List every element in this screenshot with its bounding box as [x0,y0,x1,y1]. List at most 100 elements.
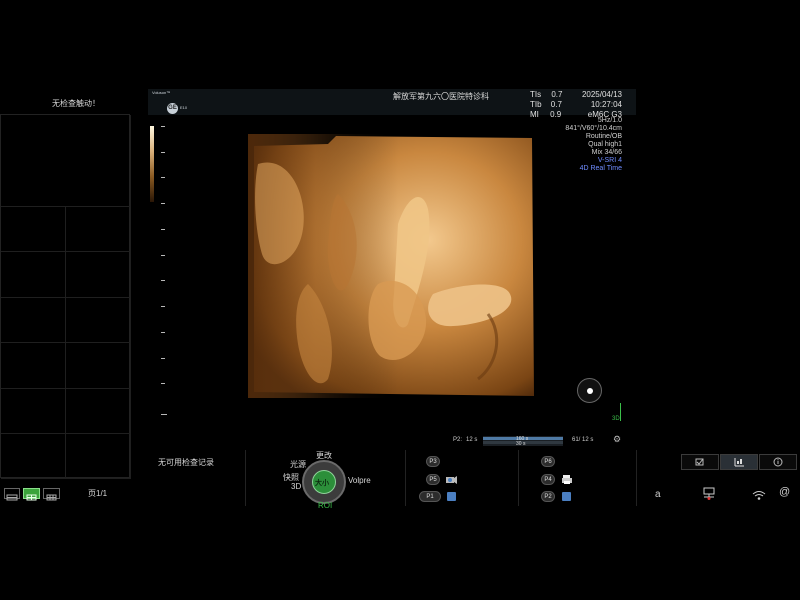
depth-tick [161,177,165,178]
mi-label: MI [530,110,539,119]
param-line: 841°/V60°/10.4cm [565,125,622,132]
network-wifi-icon[interactable] [752,488,766,500]
datetime-block: 2025/04/13 10:27:04 eM6C G3 [578,90,622,120]
thumbnail-slot[interactable] [66,252,131,298]
layout-2x2-button[interactable] [23,488,40,501]
depth-tick [161,306,165,307]
cine-bar-bottom-label: 30 s [516,441,526,447]
trackball-size-label: 大小 [315,480,329,487]
param-line: Qual high1 [588,141,622,148]
depth-scale [161,126,167,416]
depth-tick [161,229,165,230]
tab-checklist[interactable] [681,454,719,470]
thumbnail-slot[interactable] [1,389,66,434]
render-mode-label: 3D [612,416,620,422]
printer-icon[interactable] [561,472,573,484]
param-line-vsri: V-SRI 4 [597,157,622,164]
depth-tick [161,152,165,153]
p3-button[interactable]: P3 [426,456,440,467]
model-label: E10 [180,105,188,110]
p5-button[interactable]: P5 [426,474,440,485]
safety-indices: TIs 0.7 TIb 0.7 MI 0.9 [530,90,562,120]
layout-3x3-button[interactable] [43,488,60,501]
panel-divider [405,450,406,506]
tis-value: 0.7 [551,90,563,99]
depth-tick [161,358,165,359]
thumbnail-slot[interactable] [1,207,66,252]
depth-tick [161,332,165,333]
thumbnail-slot[interactable] [1,298,66,343]
depth-tick [161,255,165,256]
axis-indicator [620,403,621,421]
panel-divider [518,450,519,506]
image-header-bar [148,89,636,115]
checkbox-icon [695,458,704,466]
color-gradient-bar [150,126,154,202]
depth-tick [161,383,165,384]
depth-tick [161,126,165,127]
info-icon [773,457,783,467]
save-floppy-icon[interactable] [562,492,571,501]
cine-frame-count: 61/ 12 s [572,437,594,443]
exam-date: 2025/04/13 [581,90,622,99]
trackball-roi-label: ROI [318,501,333,510]
ge-logo-icon: GE [167,103,178,114]
page-indicator: 页1/1 [88,489,108,498]
tib-value: 0.7 [550,100,562,109]
brand-logo: Voluson™ [152,90,171,95]
p2-button[interactable]: P2 [541,491,555,502]
trackball-3d-label: 3D [291,482,302,491]
panel-divider [245,450,246,506]
cine-timeline[interactable]: 160 s 30 s [483,436,563,447]
tab-info[interactable] [759,454,797,470]
tab-chart[interactable] [720,454,758,470]
thumbnail-slot[interactable] [66,343,131,389]
thumbnail-slot[interactable] [1,434,66,479]
depth-tick-end [161,414,167,415]
depth-tick [161,280,165,281]
param-line-mode: 4D Real Time [579,165,622,172]
network-drive-icon[interactable] [701,487,717,501]
panel-divider [636,450,637,506]
settings-gear-icon[interactable]: ⚙ [613,434,621,445]
tis-label: TIs [530,90,542,99]
p1-button[interactable]: P1 [419,491,441,502]
thumbnail-slot[interactable] [1,252,66,298]
scan-parameters: 5Hz/1.0 841°/V60°/10.4cm Routine/OB Qual… [565,117,622,173]
thumbnail-slot[interactable] [66,434,131,479]
patient-thumbnail-grid [0,114,131,479]
orientation-sphere-icon[interactable] [577,378,602,403]
depth-tick [161,203,165,204]
param-line: Mix 34/66 [591,149,622,156]
thumbnail-slot[interactable] [1,115,131,207]
thumbnail-slot[interactable] [1,343,66,389]
ultrasound-3d-render[interactable] [248,134,534,398]
thumbnail-slot[interactable] [66,298,131,343]
layout-grid-icon [26,494,37,501]
layout-1x2-button[interactable] [4,488,20,501]
cine-p2-label: P2: [453,437,463,443]
no-records-text: 无可用检查记录 [158,458,214,467]
layout-grid-dense-icon [46,494,57,501]
p6-button[interactable]: P6 [541,456,555,467]
param-line: Routine/OB [585,133,622,140]
institution-name: 解放军第九六〇医院特诊科 [393,92,489,101]
layout-split-icon [6,494,18,501]
trackball-volpre-label: Volpre [348,476,371,485]
cine-left-time: 12 s [466,437,478,443]
status-message: 无检查触动！ [52,99,100,108]
thumbnail-slot[interactable] [66,207,131,252]
tib-label: TIb [530,100,542,109]
save-floppy-icon[interactable] [447,492,456,501]
video-camera-icon[interactable] [445,472,457,484]
p4-button[interactable]: P4 [541,474,555,485]
keyboard-a-icon[interactable]: a [655,489,661,500]
trackball-light-label: 光源 [290,460,306,469]
bar-chart-icon [734,458,744,467]
email-at-icon[interactable]: @ [779,486,790,498]
param-line: 5Hz/1.0 [597,117,622,124]
mi-value: 0.9 [550,110,562,119]
right-panel-tabs [681,454,798,470]
exam-time: 10:27:04 [590,100,622,109]
thumbnail-slot[interactable] [66,389,131,434]
